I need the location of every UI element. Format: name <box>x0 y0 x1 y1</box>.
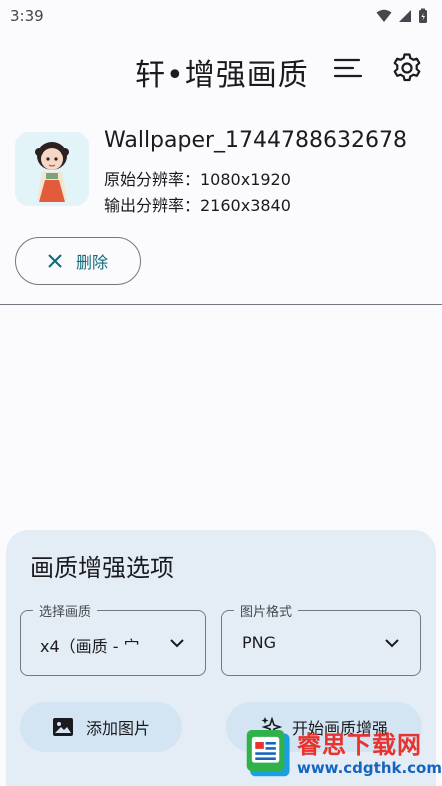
settings-button[interactable] <box>385 46 429 90</box>
chevron-down-icon <box>385 639 399 648</box>
gear-icon <box>393 53 421 82</box>
output-resolution: 输出分辨率：2160x3840 <box>104 196 291 215</box>
status-time: 3:39 <box>10 7 44 25</box>
image-thumbnail <box>15 132 89 206</box>
status-bar: 3:39 <box>0 0 442 32</box>
close-icon <box>48 254 62 268</box>
add-image-label: 添加图片 <box>85 719 150 738</box>
wifi-icon <box>376 9 392 22</box>
chevron-down-icon <box>170 639 184 648</box>
add-image-button[interactable]: 添加图片 <box>20 702 182 752</box>
menu-button[interactable] <box>326 46 370 90</box>
app-title: 轩•增强画质 <box>135 58 309 93</box>
panel-title: 画质增强选项 <box>30 554 174 582</box>
image-icon <box>52 718 73 736</box>
app-bar: 轩•增强画质 <box>0 40 442 96</box>
delete-button[interactable]: 删除 <box>15 237 141 285</box>
status-icons <box>376 8 428 24</box>
watermark: 睿思下载网 www.cdgthk.com <box>245 722 442 786</box>
quality-value: x4（画质 - 宀 <box>40 637 140 656</box>
original-resolution: 原始分辨率：1080x1920 <box>104 170 291 189</box>
battery-icon <box>419 8 427 23</box>
watermark-logo-icon <box>246 730 290 777</box>
quality-label: 选择画质 <box>33 601 98 620</box>
sort-lines-icon <box>333 58 363 78</box>
girl-figure-icon <box>15 132 89 206</box>
file-name: Wallpaper_1744788632678 <box>104 128 408 153</box>
quality-select[interactable]: 选择画质 x4（画质 - 宀 <box>20 601 206 676</box>
signal-icon <box>399 10 411 22</box>
format-value: PNG <box>242 633 277 652</box>
delete-label: 删除 <box>75 253 108 272</box>
format-select[interactable]: 图片格式 PNG <box>221 601 421 676</box>
image-item[interactable]: Wallpaper_1744788632678 原始分辨率：1080x1920 … <box>15 128 435 215</box>
format-label: 图片格式 <box>234 601 299 620</box>
watermark-brand: 睿思下载网 <box>296 730 422 759</box>
watermark-url: www.cdgthk.com <box>296 758 442 777</box>
divider <box>0 304 442 305</box>
